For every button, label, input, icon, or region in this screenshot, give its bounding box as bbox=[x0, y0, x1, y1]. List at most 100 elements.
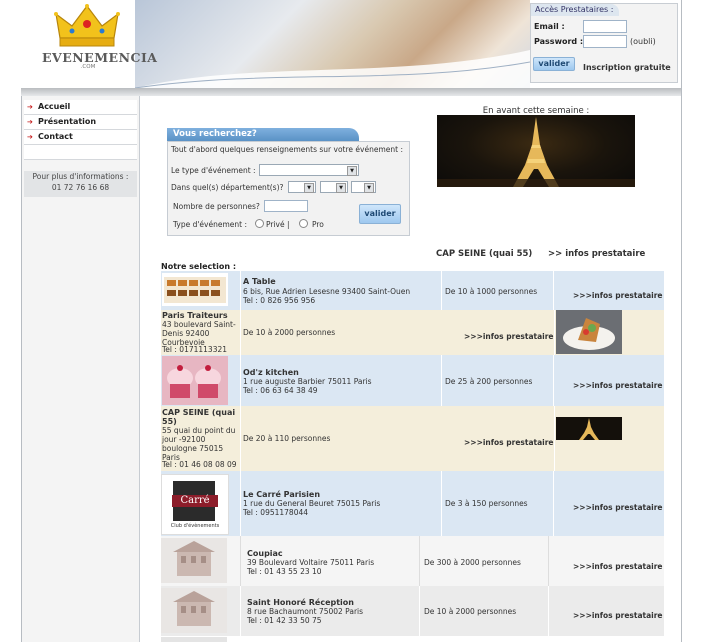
private-radio[interactable] bbox=[255, 219, 264, 228]
listing-info-link[interactable]: >>>infos prestataire bbox=[464, 332, 554, 341]
search-tab: Vous recherchez? bbox=[167, 128, 359, 141]
listing-address: 55 quai du point du jour -92100 boulogne… bbox=[162, 426, 236, 462]
email-field[interactable] bbox=[583, 20, 627, 33]
building-icon bbox=[161, 588, 227, 633]
selection-title: Notre selection : bbox=[161, 262, 237, 271]
listing-thumbnail[interactable]: Carré Club d'évènements bbox=[161, 474, 229, 535]
chevron-down-icon: ▼ bbox=[347, 166, 357, 176]
header-divider bbox=[21, 88, 682, 96]
cell-divider bbox=[553, 355, 554, 406]
persons-input[interactable] bbox=[264, 200, 308, 212]
listing-name[interactable]: Coupiac bbox=[247, 549, 283, 558]
listing-phone: Tel : 0951178044 bbox=[243, 508, 309, 517]
banner-swoosh bbox=[135, 50, 530, 88]
search-intro: Tout d'abord quelques renseignements sur… bbox=[171, 145, 403, 154]
cell-divider bbox=[554, 310, 555, 355]
event-type-select[interactable]: ▼ bbox=[259, 164, 359, 176]
listing-address: 1 rue auguste Barbier 75011 Paris bbox=[243, 377, 372, 386]
listing-thumbnail[interactable] bbox=[556, 417, 622, 440]
listing-info-link[interactable]: >>>infos prestataire bbox=[573, 291, 663, 300]
cell-divider bbox=[553, 271, 554, 310]
listing-info-link[interactable]: >>>infos prestataire bbox=[573, 562, 663, 571]
listing-info-link[interactable]: >>>infos prestataire bbox=[573, 381, 663, 390]
listing-info-link[interactable]: >>>infos prestataire bbox=[573, 503, 663, 512]
crown-logo-icon bbox=[54, 4, 120, 47]
listing-capacity: De 300 à 2000 personnes bbox=[424, 558, 521, 567]
listing-capacity: De 3 à 150 personnes bbox=[445, 499, 528, 508]
listing-name[interactable]: Le Carré Parisien bbox=[243, 490, 320, 499]
listing-info-link[interactable]: >>>infos prestataire bbox=[573, 611, 663, 620]
department-label: Dans quel(s) département(s)? bbox=[171, 183, 284, 192]
event-type-label: Le type d'événement : bbox=[171, 166, 256, 175]
login-submit-button[interactable]: valider bbox=[533, 57, 575, 71]
department-select-1[interactable]: ▼ bbox=[288, 181, 316, 193]
cell-divider bbox=[240, 271, 241, 310]
cell-divider bbox=[441, 471, 442, 536]
chevron-down-icon: ▼ bbox=[304, 183, 314, 193]
listing-thumbnail[interactable] bbox=[161, 588, 227, 633]
cell-divider bbox=[240, 406, 241, 471]
listing-thumbnail[interactable] bbox=[556, 310, 622, 354]
pro-radio[interactable] bbox=[299, 219, 308, 228]
listing-address: 1 rue du General Beuret 75015 Paris bbox=[243, 499, 381, 508]
featured-info-link[interactable]: >> infos prestataire bbox=[548, 249, 645, 259]
listing-capacity: De 25 à 200 personnes bbox=[445, 377, 533, 386]
cell-divider bbox=[548, 586, 549, 636]
register-link[interactable]: Inscription gratuite bbox=[583, 63, 671, 72]
arrow-right-icon: ➔ bbox=[27, 133, 33, 141]
listing-address: 43 boulevard Saint-Denis 92400 Courbevoi… bbox=[162, 320, 236, 347]
listing-phone: Tel : 01 43 55 23 10 bbox=[247, 567, 322, 576]
sidebar-item-presentation[interactable]: ➔ Présentation bbox=[24, 115, 137, 130]
listing-phone: Tel : 01 42 33 50 75 bbox=[247, 616, 322, 625]
listing-thumbnail[interactable] bbox=[162, 356, 228, 405]
cell-divider bbox=[240, 310, 241, 355]
dish-plate-icon bbox=[563, 318, 615, 350]
cell-divider bbox=[441, 271, 442, 310]
chevron-down-icon: ▼ bbox=[336, 183, 346, 193]
event-kind-label: Type d'événement : bbox=[173, 220, 247, 229]
contact-info-text: Pour plus d'informations : bbox=[32, 172, 129, 181]
persons-label: Nombre de personnes? bbox=[173, 202, 260, 211]
listing-phone: Tel : 0171113321 bbox=[162, 345, 228, 354]
listing-name[interactable]: Paris Traiteurs bbox=[162, 311, 228, 320]
arrow-right-icon: ➔ bbox=[27, 103, 33, 111]
department-select-3[interactable]: ▼ bbox=[351, 181, 376, 193]
listing-name[interactable]: CAP SEINE (quai 55) bbox=[162, 408, 240, 426]
logo-domain: .COM bbox=[80, 64, 96, 70]
cell-divider bbox=[240, 586, 241, 636]
password-field[interactable] bbox=[583, 35, 627, 48]
listing-phone: Tel : 01 46 08 08 09 bbox=[162, 460, 237, 469]
featured-image[interactable] bbox=[437, 115, 635, 187]
eiffel-tower-icon bbox=[437, 117, 635, 187]
search-submit-button[interactable]: valider bbox=[359, 204, 401, 224]
department-select-2[interactable]: ▼ bbox=[320, 181, 348, 193]
cell-divider bbox=[240, 536, 241, 586]
sidebar-item-accueil[interactable]: ➔ Accueil bbox=[24, 100, 137, 115]
listing-info-link[interactable]: >>>infos prestataire bbox=[464, 438, 554, 447]
cell-divider bbox=[240, 471, 241, 536]
listing-name[interactable]: Od'z kitchen bbox=[243, 368, 299, 377]
cell-divider bbox=[553, 471, 554, 536]
listing-name[interactable]: Saint Honoré Réception bbox=[247, 598, 354, 607]
sidebar-item-contact[interactable]: ➔ Contact bbox=[24, 130, 137, 145]
listing-thumbnail[interactable] bbox=[162, 273, 228, 306]
listing-phone: Tel : 06 63 64 38 49 bbox=[243, 386, 318, 395]
listing-thumbnail[interactable] bbox=[161, 538, 227, 583]
listing-phone: Tel : 0 826 956 956 bbox=[243, 296, 316, 305]
sidebar-empty-slot bbox=[24, 145, 137, 160]
listing-address: 6 bis, Rue Adrien Lesesne 93400 Saint-Ou… bbox=[243, 287, 411, 296]
contact-phone: 01 72 76 16 68 bbox=[51, 183, 110, 192]
next-listing-thumbnail bbox=[161, 637, 227, 642]
listing-address: 8 rue Bachaumont 75002 Paris bbox=[247, 607, 364, 616]
private-label: Privé | bbox=[266, 220, 290, 229]
chevron-down-icon: ▼ bbox=[364, 183, 374, 193]
listing-name[interactable]: A Table bbox=[243, 277, 276, 286]
login-title: Accès Prestataires : bbox=[531, 4, 619, 16]
password-label: Password : bbox=[534, 37, 584, 46]
logo-text[interactable]: EVENEMENCIA bbox=[42, 50, 157, 65]
forgot-password-link[interactable]: (oubli) bbox=[630, 37, 656, 46]
listing-address: 39 Boulevard Voltaire 75011 Paris bbox=[247, 558, 375, 567]
cell-divider bbox=[419, 586, 420, 636]
eiffel-tower-icon bbox=[579, 418, 599, 440]
cell-divider bbox=[240, 355, 241, 406]
